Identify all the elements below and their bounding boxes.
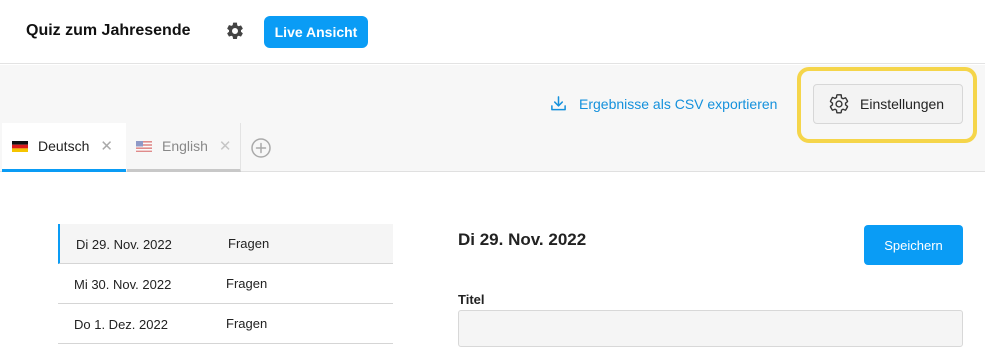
day-type: Fragen: [226, 276, 268, 291]
day-type: Fragen: [228, 236, 270, 251]
export-csv-label: Ergebnisse als CSV exportieren: [579, 95, 778, 112]
close-icon[interactable]: ✕: [219, 137, 232, 155]
day-date: Do 1. Dez. 2022: [74, 317, 168, 332]
gear-icon[interactable]: [225, 21, 245, 41]
day-date: Mi 30. Nov. 2022: [74, 277, 172, 292]
flag-de-icon: [12, 140, 28, 152]
tab-deutsch-label: Deutsch: [38, 138, 90, 154]
list-item[interactable]: Do 1. Dez. 2022 Fragen: [58, 304, 393, 344]
settings-label: Einstellungen: [860, 96, 945, 112]
title-field-label: Titel: [458, 292, 485, 307]
tab-deutsch[interactable]: Deutsch ✕: [2, 123, 126, 172]
day-date: Di 29. Nov. 2022: [76, 237, 172, 252]
gear-icon: [829, 94, 849, 114]
list-item[interactable]: Mi 30. Nov. 2022 Fragen: [58, 264, 393, 304]
close-icon[interactable]: ✕: [100, 137, 113, 155]
title-field[interactable]: [458, 310, 963, 347]
tab-english-label: English: [162, 138, 208, 154]
settings-button[interactable]: Einstellungen: [813, 84, 963, 124]
detail-title: Di 29. Nov. 2022: [458, 230, 587, 249]
plus-circle-icon[interactable]: [250, 137, 272, 159]
top-bar: Quiz zum Jahresende Live Ansicht: [0, 0, 985, 64]
download-icon: [551, 96, 566, 111]
export-csv-link[interactable]: Ergebnisse als CSV exportieren: [550, 95, 777, 112]
day-list: Di 29. Nov. 2022 Fragen Mi 30. Nov. 2022…: [58, 224, 393, 344]
list-item[interactable]: Di 29. Nov. 2022 Fragen: [58, 224, 393, 264]
toolbar-panel: Ergebnisse als CSV exportieren Einstellu…: [0, 65, 985, 172]
tab-english[interactable]: English ✕: [127, 123, 241, 172]
day-type: Fragen: [226, 316, 268, 331]
live-view-button[interactable]: Live Ansicht: [264, 16, 368, 48]
flag-us-icon: [136, 140, 152, 152]
quiz-title: Quiz zum Jahresende: [26, 22, 191, 39]
save-button[interactable]: Speichern: [864, 225, 963, 265]
